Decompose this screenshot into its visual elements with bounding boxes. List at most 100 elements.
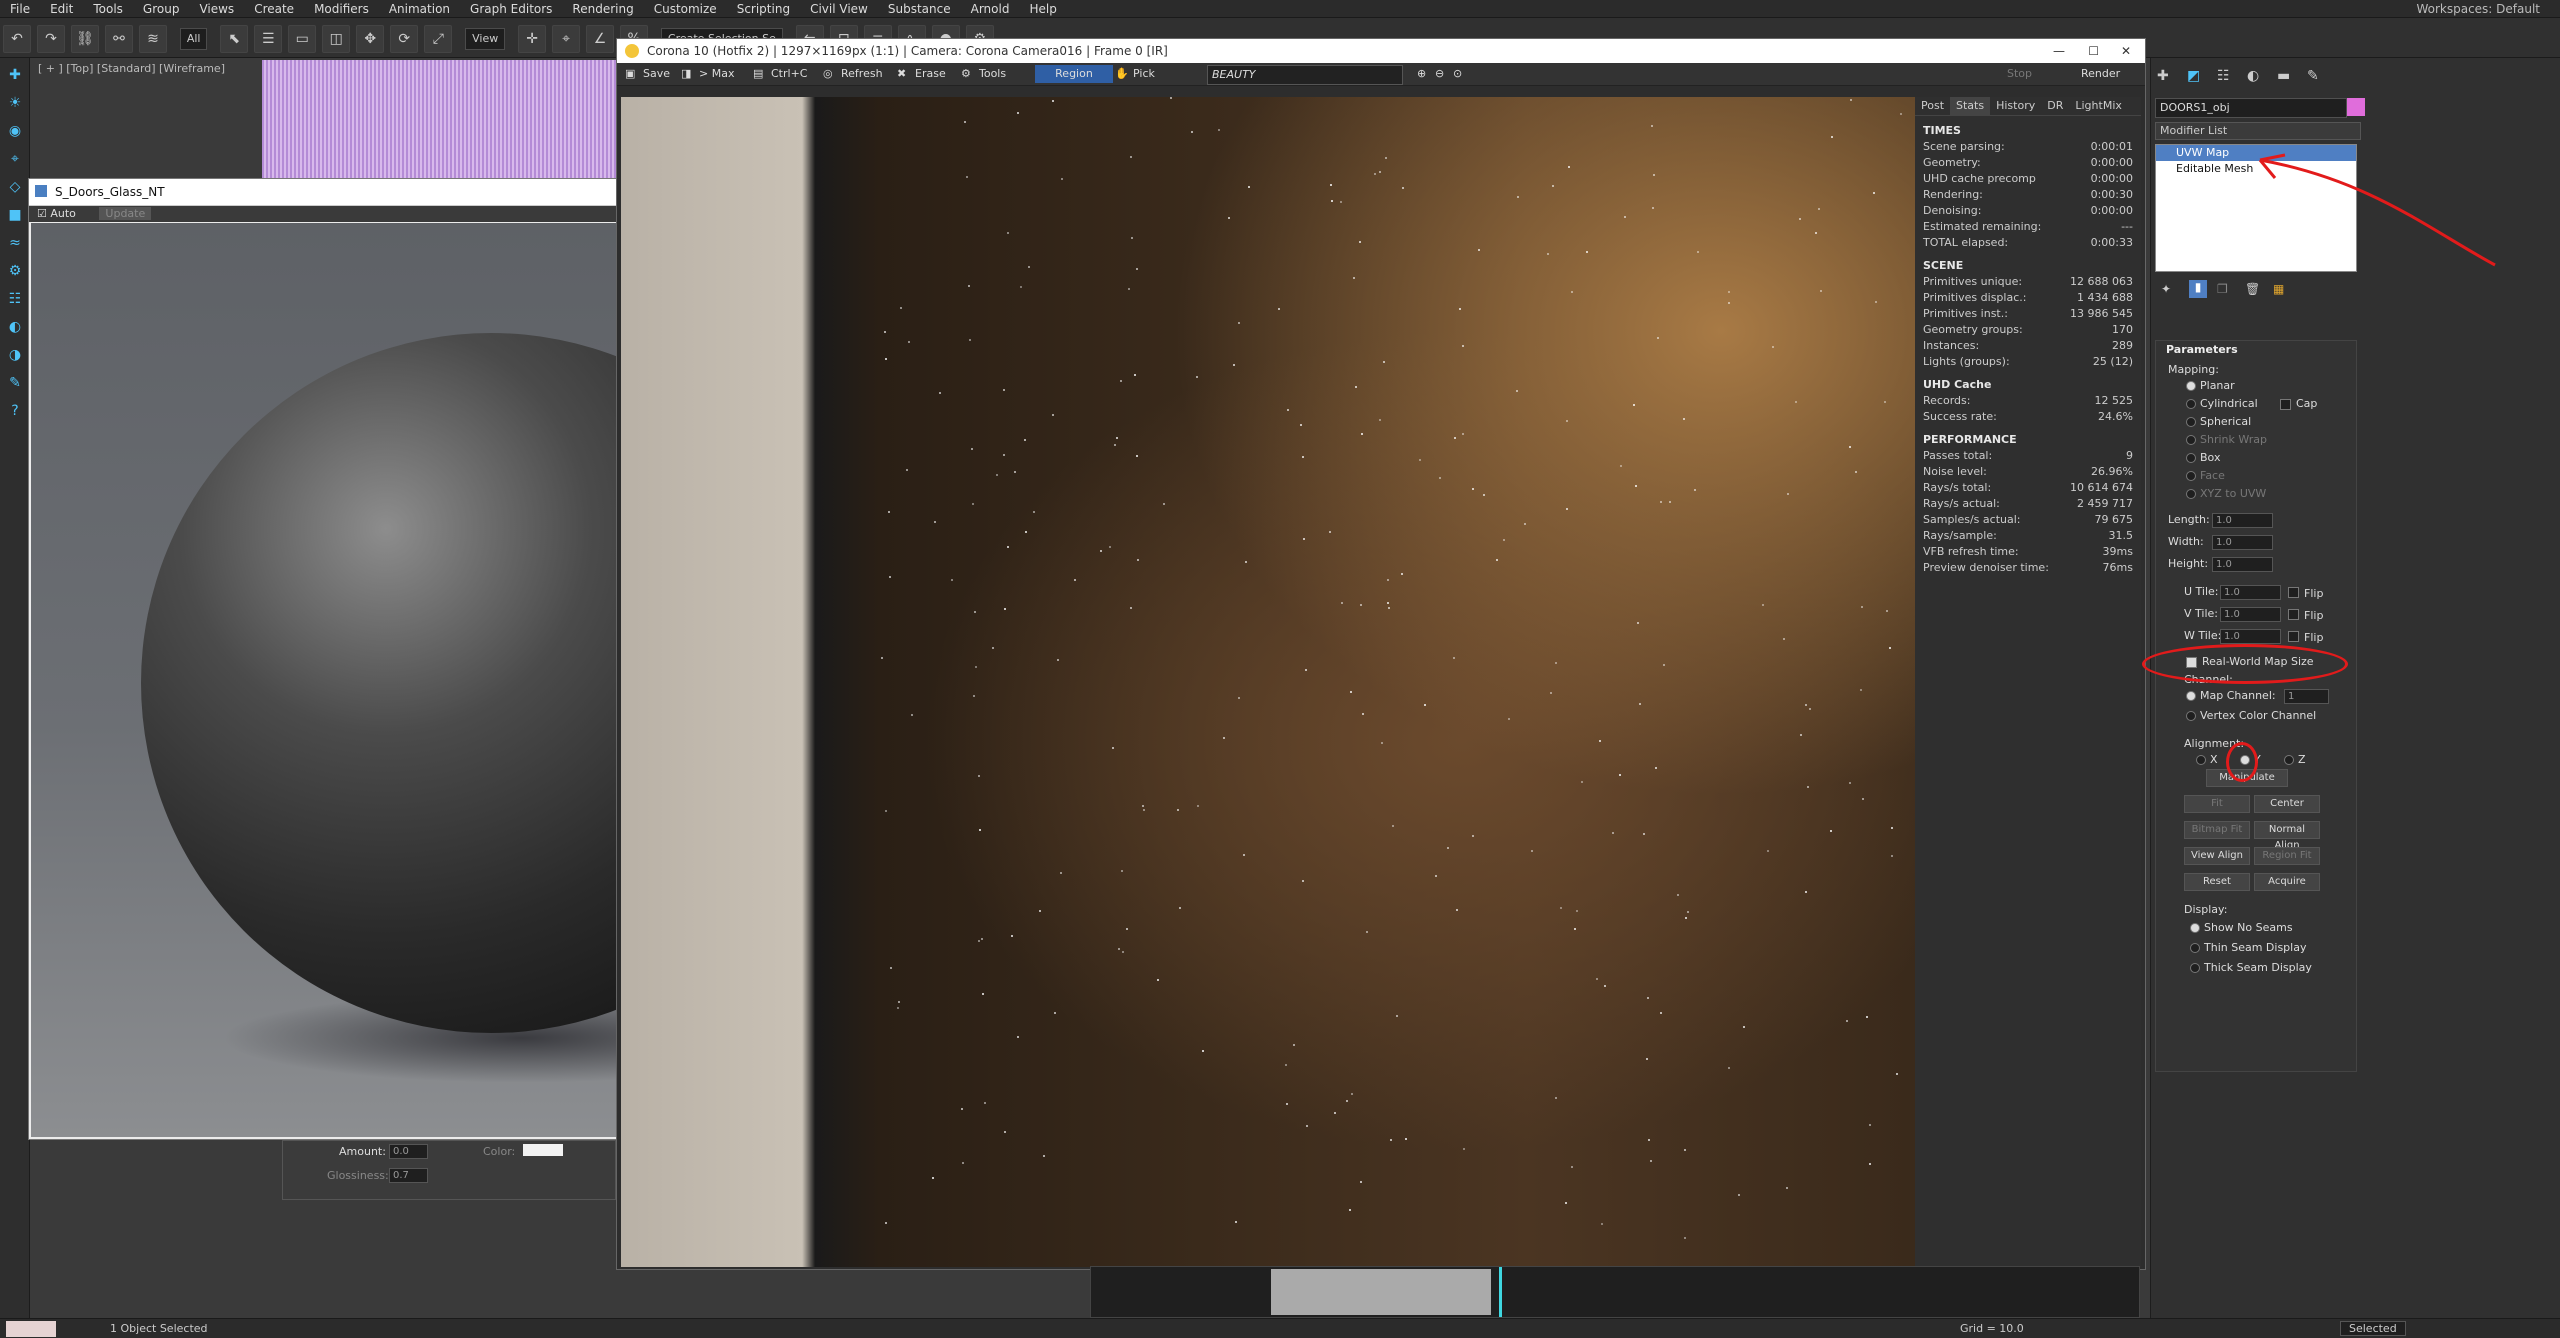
time-cursor[interactable]: [1499, 1267, 1502, 1317]
create-icon[interactable]: ✚: [4, 64, 26, 86]
unlink-icon[interactable]: ⚯: [105, 25, 133, 53]
tab-lightmix[interactable]: LightMix: [2069, 97, 2128, 115]
system-icon[interactable]: ⚙: [4, 260, 26, 282]
menu-group[interactable]: Group: [133, 0, 190, 18]
make-unique-icon[interactable]: ❐: [2217, 282, 2228, 296]
glossiness-spinner[interactable]: 0.7: [389, 1168, 428, 1183]
region-button[interactable]: Region: [1035, 65, 1113, 83]
key-filter-combo[interactable]: Selected: [2340, 1321, 2406, 1336]
spacewarp-icon[interactable]: ≈: [4, 232, 26, 254]
copy-icon[interactable]: ▤: [749, 65, 767, 83]
move-icon[interactable]: ✥: [356, 25, 385, 53]
create-tab-icon[interactable]: ✚: [2157, 68, 2169, 84]
planar-radio[interactable]: [2186, 381, 2196, 391]
to-max-button[interactable]: > Max: [695, 65, 738, 83]
pick-button[interactable]: Pick: [1129, 65, 1159, 83]
timeline-track[interactable]: [1090, 1266, 2140, 1318]
face-radio[interactable]: [2186, 471, 2196, 481]
align-z-radio[interactable]: [2284, 755, 2294, 765]
modify-tab-icon[interactable]: ◩: [2187, 68, 2200, 84]
snap-icon[interactable]: ⌖: [552, 25, 581, 53]
pin-stack-icon[interactable]: ✦: [2161, 282, 2171, 296]
selection-filter-combo[interactable]: All: [179, 28, 208, 50]
modifier-list-dropdown[interactable]: Modifier List: [2155, 122, 2361, 140]
angle-snap-icon[interactable]: ∠: [586, 25, 615, 53]
erase-button[interactable]: Erase: [911, 65, 950, 83]
tab-stats[interactable]: Stats: [1950, 97, 1991, 115]
w-flip-checkbox[interactable]: [2288, 631, 2299, 642]
viewport-label[interactable]: [ + ] [Top] [Standard] [Wireframe]: [38, 62, 225, 75]
map-channel-radio[interactable]: [2186, 691, 2196, 701]
render-button[interactable]: Render: [2077, 65, 2124, 83]
erase-icon[interactable]: ✖: [893, 65, 910, 83]
width-spinner[interactable]: 1.0: [2212, 535, 2273, 550]
tab-dr[interactable]: DR: [2041, 97, 2069, 115]
geometry-icon[interactable]: ■: [4, 204, 26, 226]
tab-history[interactable]: History: [1990, 97, 2041, 115]
view-align-button[interactable]: View Align: [2184, 847, 2250, 865]
shrink-wrap-radio[interactable]: [2186, 435, 2196, 445]
center-button[interactable]: Center: [2254, 795, 2320, 813]
menu-animation[interactable]: Animation: [379, 0, 460, 18]
link-icon[interactable]: ⛓: [71, 25, 99, 53]
cap-checkbox[interactable]: [2280, 399, 2291, 410]
save-button[interactable]: Save: [639, 65, 674, 83]
time-slider[interactable]: [1271, 1269, 1491, 1315]
show-end-result-icon[interactable]: ▮: [2189, 280, 2207, 298]
maxscript-listener-swatch[interactable]: [6, 1321, 56, 1337]
workspaces-selector[interactable]: Workspaces: Default: [2416, 0, 2540, 18]
amount-spinner[interactable]: 0.0: [389, 1144, 428, 1159]
menu-modifiers[interactable]: Modifiers: [304, 0, 379, 18]
help-icon[interactable]: ?: [4, 400, 26, 422]
vertex-color-radio[interactable]: [2186, 711, 2196, 721]
thin-seam-radio[interactable]: [2190, 943, 2200, 953]
spherical-radio[interactable]: [2186, 417, 2196, 427]
menu-views[interactable]: Views: [189, 0, 244, 18]
utilities-tab-icon[interactable]: ✎: [2307, 68, 2319, 84]
v-tile-spinner[interactable]: 1.0: [2220, 607, 2281, 622]
auto-checkbox[interactable]: ☑: [37, 207, 50, 220]
undo-icon[interactable]: ↶: [3, 25, 31, 53]
refresh-button[interactable]: Refresh: [837, 65, 887, 83]
minimize-icon[interactable]: —: [2053, 39, 2065, 63]
object-color-swatch[interactable]: [2347, 98, 2365, 116]
zoom-fit-icon[interactable]: ⊙: [1449, 65, 1466, 83]
display-tab-icon[interactable]: ▬: [2277, 68, 2290, 84]
display-icon[interactable]: ◑: [4, 344, 26, 366]
motion-tab-icon[interactable]: ◐: [2247, 68, 2259, 84]
acquire-button[interactable]: Acquire: [2254, 873, 2320, 891]
menu-tools[interactable]: Tools: [83, 0, 133, 18]
shape-icon[interactable]: ◇: [4, 176, 26, 198]
select-object-icon[interactable]: ⬉: [220, 25, 249, 53]
rotate-icon[interactable]: ⟳: [390, 25, 419, 53]
select-by-name-icon[interactable]: ☰: [254, 25, 283, 53]
bitmap-fit-button[interactable]: Bitmap Fit: [2184, 821, 2250, 839]
normal-align-button[interactable]: Normal Align: [2254, 821, 2320, 851]
thick-seam-radio[interactable]: [2190, 963, 2200, 973]
refresh-icon[interactable]: ◎: [819, 65, 837, 83]
helper-icon[interactable]: ⌖: [4, 148, 26, 170]
menu-graph-editors[interactable]: Graph Editors: [460, 0, 562, 18]
tab-post[interactable]: Post: [1915, 97, 1950, 115]
show-no-seams-radio[interactable]: [2190, 923, 2200, 933]
u-flip-checkbox[interactable]: [2288, 587, 2299, 598]
redo-icon[interactable]: ↷: [37, 25, 65, 53]
scale-icon[interactable]: ⤢: [424, 25, 453, 53]
menu-edit[interactable]: Edit: [40, 0, 83, 18]
menu-file[interactable]: File: [0, 0, 40, 18]
menu-create[interactable]: Create: [244, 0, 304, 18]
rect-selection-icon[interactable]: ▭: [288, 25, 317, 53]
align-x-radio[interactable]: [2196, 755, 2206, 765]
region-fit-button[interactable]: Region Fit: [2254, 847, 2320, 865]
length-spinner[interactable]: 1.0: [2212, 513, 2273, 528]
maximize-icon[interactable]: ☐: [2088, 39, 2099, 63]
tools-icon[interactable]: ⚙: [957, 65, 975, 83]
hierarchy-icon[interactable]: ☷: [4, 288, 26, 310]
menu-rendering[interactable]: Rendering: [562, 0, 643, 18]
close-icon[interactable]: ✕: [2121, 39, 2131, 63]
window-crossing-icon[interactable]: ◫: [322, 25, 351, 53]
cylindrical-radio[interactable]: [2186, 399, 2196, 409]
utilities-icon[interactable]: ✎: [4, 372, 26, 394]
zoom-in-icon[interactable]: ⊕: [1413, 65, 1430, 83]
menu-scripting[interactable]: Scripting: [727, 0, 800, 18]
